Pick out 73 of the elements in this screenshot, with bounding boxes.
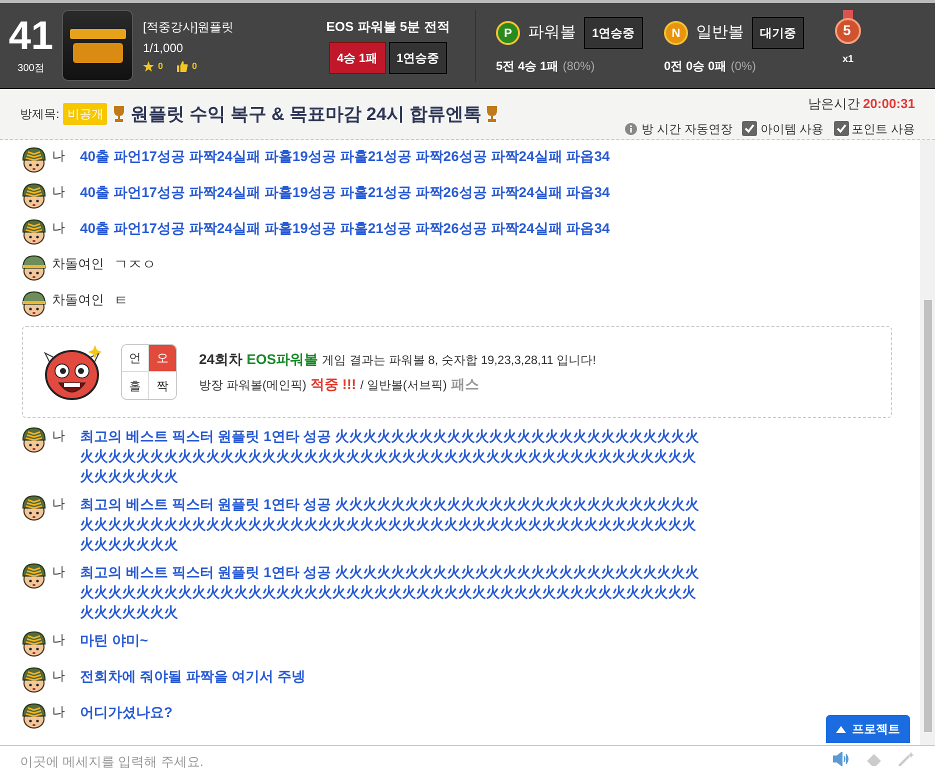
result-grid-cell: 오 — [149, 345, 176, 372]
record-title: EOS 파워볼 5분 전적 — [326, 18, 450, 36]
chat-message: 마틴 야미~ — [80, 631, 150, 650]
record-result-badge: 4승 1패 — [328, 42, 386, 74]
remaining-time: 20:00:31 — [862, 95, 915, 114]
streamer-name: [적중강사]원플릿 — [143, 18, 235, 36]
result-summary: 게임 결과는 파워볼 8, 숫자합 19,23,3,28,11 입니다! — [322, 352, 596, 369]
chat-message: 최고의 베스트 픽스터 원플릿 1연타 성공 火火火火火火火火火火火火火火火火火火火火火火火火火火火火火火火火火火火火火火火火火火火火火火火火火火火火火火火火火火火火火火火火火火火火火火火火火火火火火 — [80, 563, 700, 622]
ball-win-rate: (80%) — [562, 58, 595, 74]
result-grid-cell: 언 — [122, 345, 149, 372]
like-count: 0 — [192, 60, 198, 73]
round-label: 24회차 — [199, 350, 243, 369]
chat-message: ㅌ — [114, 291, 129, 310]
chat-message: 40출 파언17성공 파짝24실패 파홀19성공 파홀21성공 파짝26성공 파짝24실패 파옵34 — [80, 219, 611, 238]
game-name: EOS파워볼 — [246, 350, 318, 369]
chat-nickname: 나 — [52, 563, 66, 581]
chat-message: ㄱㅈㅇ — [114, 255, 157, 274]
private-badge: 비공개 — [63, 103, 108, 125]
chat-nickname: 나 — [52, 147, 66, 165]
info-icon — [624, 122, 637, 135]
chat-nickname: 나 — [52, 219, 66, 237]
chat-message: 40출 파언17성공 파짝24실패 파홀19성공 파홀21성공 파짝26성공 파짝24실패 파옵34 — [80, 147, 611, 166]
chat-message: 최고의 베스트 픽스터 원플릿 1연타 성공 火火火火火火火火火火火火火火火火火火火火火火火火火火火火火火火火火火火火火火火火火火火火火火火火火火火火火火火火火火火火火火火火火火火火火火火火火火火火火 — [80, 495, 700, 554]
ball-status-badge: 1연승중 — [584, 16, 643, 48]
logo-image — [62, 10, 133, 81]
remaining-time-label: 남은시간 — [808, 95, 860, 114]
checkbox-label: 포인트 사용 — [852, 120, 915, 138]
ball-stats: 5전 4승 1패 — [496, 58, 559, 74]
medal-count: x1 — [842, 53, 854, 67]
protect-button[interactable]: 프로젝트 — [826, 715, 910, 743]
chat-nickname: 나 — [52, 183, 66, 201]
room-title: 원플릿 수익 복구 & 목표마감 24시 합류엔톡 — [130, 102, 482, 126]
chat-nickname: 나 — [52, 427, 66, 445]
magic-wand-icon[interactable] — [897, 752, 915, 766]
chat-message: 어디가셨나요? — [80, 703, 174, 722]
chat-nickname: 나 — [52, 495, 66, 513]
chat-message: 최고의 베스트 픽스터 원플릿 1연타 성공 火火火火火火火火火火火火火火火火火火火火火火火火火火火火火火火火火火火火火火火火火火火火火火火火火火火火火火火火火火火火火火火火火火火火火火火火火火火火火 — [80, 427, 700, 486]
eraser-icon[interactable] — [865, 752, 883, 766]
room-title-label: 방제목: — [20, 106, 60, 123]
chat-message: 40출 파언17성공 파짝24실패 파홀19성공 파홀21성공 파짝26성공 파짝24실패 파옵34 — [80, 183, 611, 202]
star-icon — [143, 61, 154, 72]
triangle-up-icon — [836, 726, 846, 732]
ball-status-badge: 대기중 — [752, 16, 804, 48]
sub-pick-result: 패스 — [450, 375, 479, 394]
main-pick-result: 적중 !!! — [310, 375, 356, 394]
chat-nickname: 차돌여인 — [52, 291, 104, 309]
medal-icon — [834, 10, 862, 44]
record-streak-badge: 1연승중 — [388, 42, 448, 74]
auto-extend-label: 방 시간 자동연장 — [642, 120, 732, 138]
chat-nickname: 나 — [52, 667, 66, 685]
main-pick-label: 방장 파워볼(메인픽) — [199, 377, 306, 394]
checkbox[interactable] — [742, 121, 758, 136]
chat-nickname: 나 — [52, 631, 66, 649]
result-grid-cell: 홀 — [122, 372, 149, 399]
speaker-icon[interactable] — [833, 752, 851, 766]
ball-stats: 0전 0승 0패 — [664, 58, 727, 74]
viewer-count: 1/1,000 — [143, 40, 184, 57]
chat-message: 전회차에 줘야될 파짝을 여기서 주넹 — [80, 667, 307, 686]
scrollbar[interactable] — [920, 140, 935, 745]
star-count: 0 — [158, 60, 164, 73]
chat-nickname: 차돌여인 — [52, 255, 104, 273]
sub-pick-label: / 일반볼(서브픽) — [360, 377, 447, 394]
chat-nickname: 나 — [52, 703, 66, 721]
ball-win-rate: (0%) — [730, 58, 756, 74]
points-label: 300점 — [18, 62, 44, 76]
thumbs-up-icon — [177, 61, 188, 72]
checkbox-label: 아이템 사용 — [760, 120, 824, 138]
ball-label: 일반볼 — [696, 22, 744, 42]
rank-number: 41 — [8, 15, 54, 57]
ball-label: 파워볼 — [528, 22, 576, 42]
medal-number: 5 — [843, 22, 851, 38]
message-input[interactable]: 이곳에 메세지를 입력해 주세요. — [20, 752, 833, 772]
checkbox[interactable] — [834, 121, 849, 136]
